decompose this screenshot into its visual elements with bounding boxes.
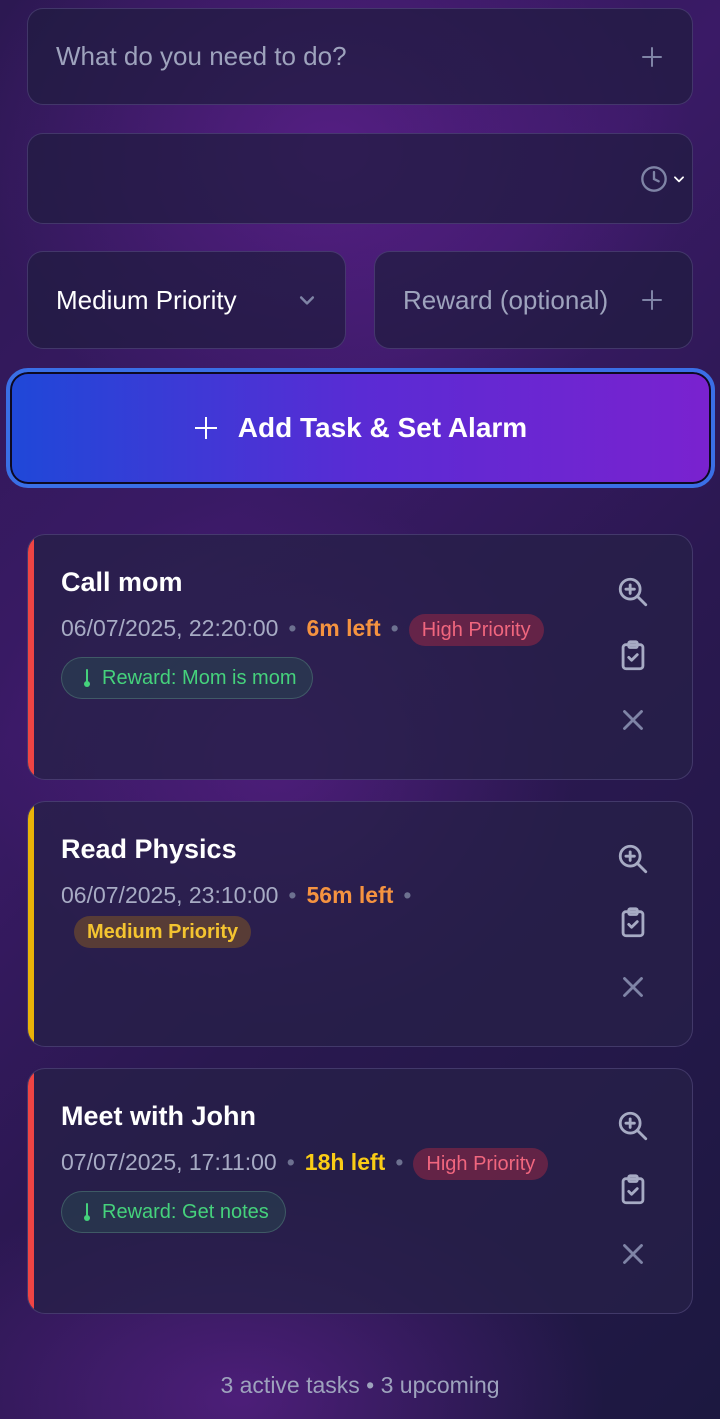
clock-icon[interactable] [640,165,668,193]
task-card: Read Physics 06/07/2025, 23:10:00 • 56m le… [27,801,693,1047]
reward-badge: Reward: Get notes [61,1191,286,1233]
task-input[interactable]: What do you need to do? [27,8,693,105]
thermometer-icon [84,1203,90,1221]
task-meta: 06/07/2025, 23:10:00 • 56m left • Medium Pri… [61,878,601,948]
thermometer-icon [84,669,90,687]
separator-dot-icon: • [288,882,297,908]
task-datetime: 06/07/2025, 23:10:00 [61,882,279,908]
task-card: Meet with John 07/07/2025, 17:11:00 • 18h … [27,1068,693,1314]
task-card: Call mom 06/07/2025, 22:20:00 • 6m left • Hi… [27,534,693,780]
separator-dot-icon: • [395,1149,404,1175]
zoom-in-icon[interactable] [616,1109,650,1143]
reward-text: Reward: Mom is mom [102,666,297,689]
reward-input[interactable]: Reward (optional) [374,251,693,349]
add-task-button-label: Add Task & Set Alarm [237,412,528,443]
task-input-placeholder: What do you need to do? [56,41,347,71]
task-actions [616,1109,650,1301]
task-title: Call mom [61,567,183,597]
priority-select[interactable]: Medium Priority [27,251,346,349]
time-left: 6m left [306,615,381,641]
separator-dot-icon: • [390,615,399,641]
task-actions [616,842,650,1034]
clipboard-check-icon[interactable] [616,1173,650,1207]
time-left: 18h left [304,1149,386,1175]
close-icon[interactable] [616,1237,650,1271]
task-title: Read Physics [61,834,237,864]
close-icon[interactable] [616,970,650,1004]
priority-select-value: Medium Priority [56,284,237,315]
datetime-picker[interactable] [27,133,693,224]
add-task-button[interactable]: Add Task & Set Alarm [6,368,715,488]
task-datetime: 07/07/2025, 17:11:00 [61,1149,277,1175]
separator-dot-icon: • [288,615,297,641]
plus-icon[interactable] [640,288,664,312]
reward-input-placeholder: Reward (optional) [403,284,609,315]
priority-accent-bar [28,1069,34,1313]
close-icon[interactable] [616,703,650,737]
plus-icon [194,416,218,440]
chevron-down-icon[interactable] [672,172,686,186]
clipboard-check-icon[interactable] [616,906,650,940]
zoom-in-icon[interactable] [616,575,650,609]
reward-text: Reward: Get notes [102,1200,269,1223]
time-left: 56m left [306,882,394,908]
chevron-down-icon [299,296,315,305]
separator-dot-icon: • [403,882,412,908]
priority-accent-bar [28,802,34,1046]
reward-badge: Reward: Mom is mom [61,657,314,699]
priority-badge: High Priority [413,1147,549,1180]
priority-accent-bar [28,535,34,779]
priority-badge: Medium Priority [74,915,252,948]
separator-dot-icon: • [286,1149,295,1175]
clipboard-check-icon[interactable] [616,639,650,673]
zoom-in-icon[interactable] [616,842,650,876]
task-actions [616,575,650,767]
plus-icon[interactable] [640,45,664,69]
task-summary: 3 active tasks • 3 upcoming [220,1372,500,1398]
priority-badge: High Priority [408,613,544,646]
task-meta: 06/07/2025, 22:20:00 • 6m left • High Priori… [61,611,601,646]
task-title: Meet with John [61,1101,256,1131]
task-meta: 07/07/2025, 17:11:00 • 18h left • High Prior… [61,1145,601,1180]
task-datetime: 06/07/2025, 22:20:00 [61,615,279,641]
